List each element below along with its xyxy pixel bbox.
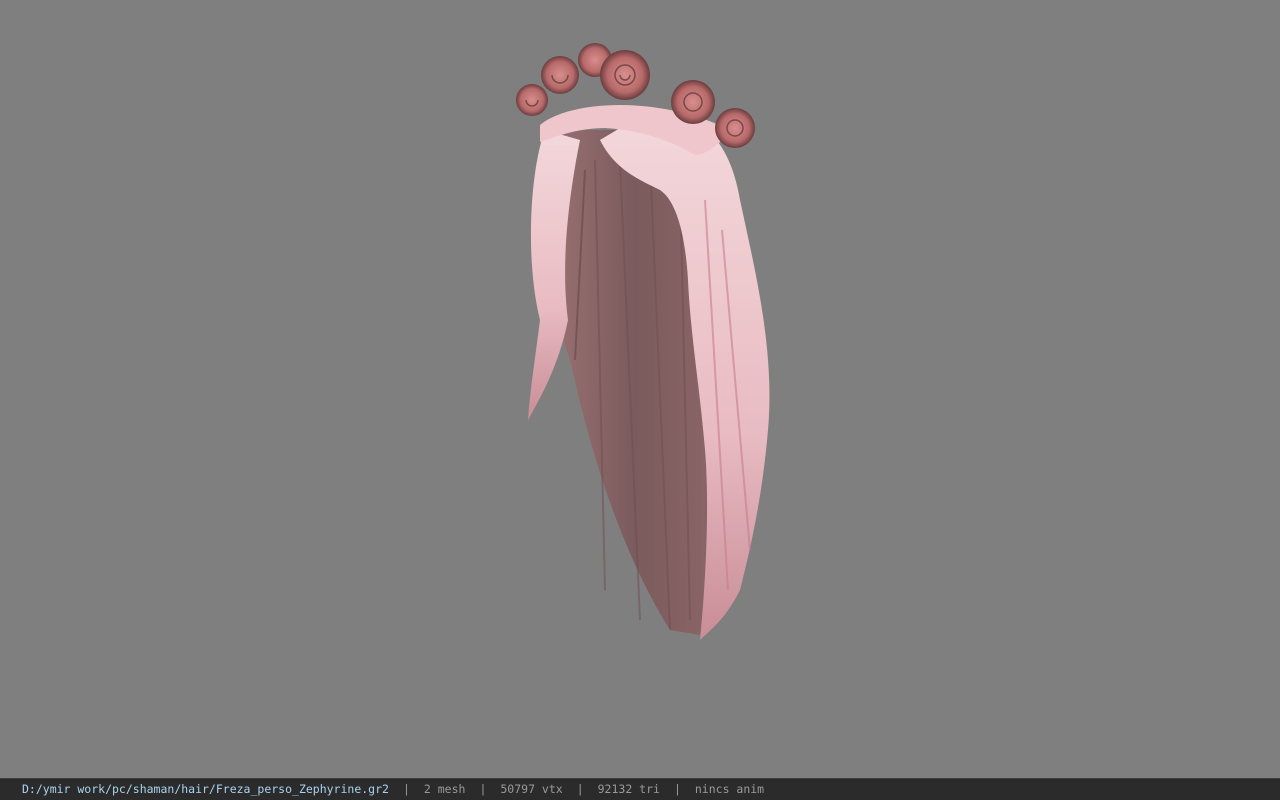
status-bar: D:/ymir work/pc/shaman/hair/Freza_perso_…: [0, 778, 1280, 800]
file-path-label: D:/ymir work/pc/shaman/hair/Freza_perso_…: [22, 781, 389, 796]
mesh-count-label: 2 mesh: [423, 781, 466, 796]
separator: |: [402, 781, 410, 796]
separator: |: [673, 781, 681, 796]
separator: |: [576, 781, 584, 796]
animation-status-label: nincs anim: [694, 781, 765, 796]
3d-viewport[interactable]: [0, 0, 1280, 778]
hair-model-preview: [516, 43, 770, 640]
vertex-count-label: 50797 vtx: [500, 781, 563, 796]
triangle-count-label: 92132 tri: [597, 781, 660, 796]
separator: |: [479, 781, 487, 796]
